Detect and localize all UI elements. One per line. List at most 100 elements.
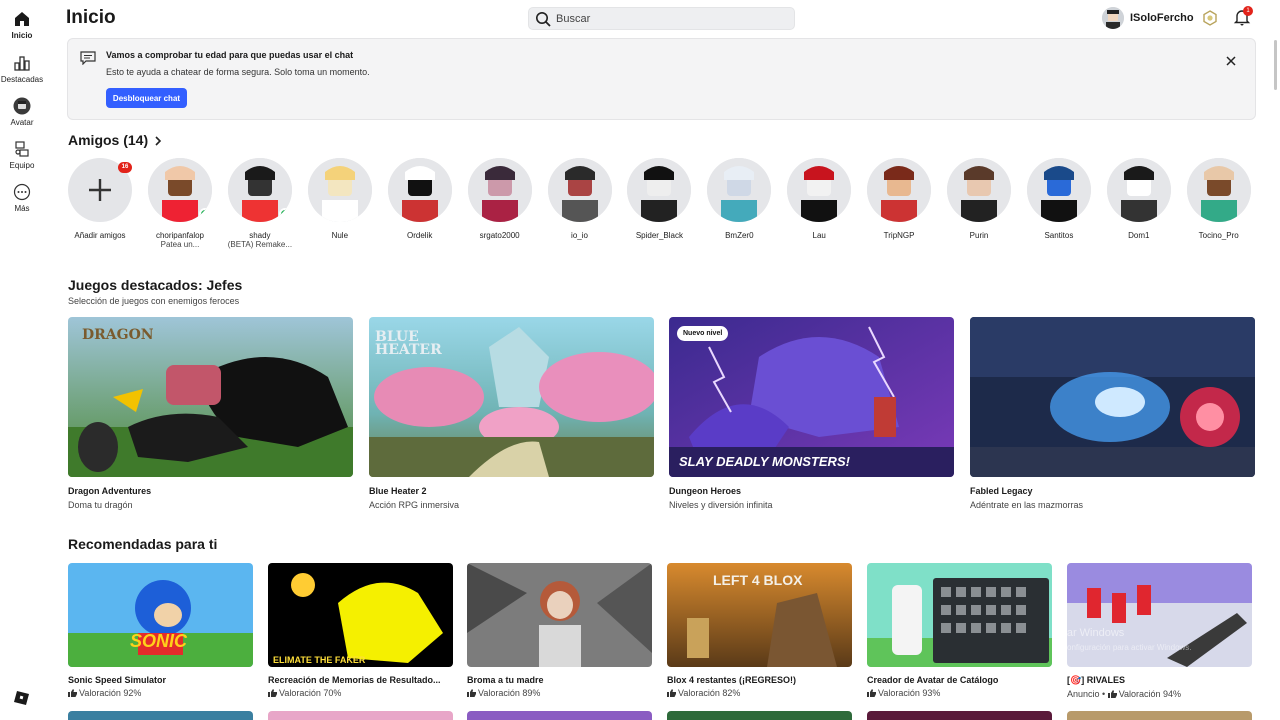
game-thumbnail: DRAGON [68, 317, 353, 477]
game-thumbnail [867, 563, 1052, 667]
friend-avatar [627, 158, 692, 222]
game-rating: Anuncio • Valoración 94% [1067, 689, 1252, 699]
friend-avatar-image [467, 158, 532, 222]
nav-item-avatar[interactable]: Avatar [0, 97, 44, 127]
friend-item[interactable]: Purin [946, 158, 1012, 240]
thumbnail-text: SLAY DEADLY MONSTERS! [679, 454, 850, 469]
game-card[interactable]: Nuevo nivel SLAY DEADLY MONSTERS! Dungeo… [669, 317, 954, 510]
friend-item[interactable]: Santitos [1026, 158, 1092, 240]
game-card[interactable]: SONIC Sonic Speed Simulator Valoración 9… [68, 563, 253, 698]
user-avatar-image [1102, 7, 1124, 29]
nav-item-inicio[interactable]: Inicio [0, 10, 44, 40]
nav-label: Más [14, 204, 30, 213]
friend-avatar-image [707, 158, 772, 222]
thumbs-up-icon [1107, 690, 1117, 698]
game-card[interactable]: ELIMATE THE FAKER Recreación de Memorias… [268, 563, 453, 698]
friend-item[interactable]: Nule [307, 158, 373, 240]
friend-item[interactable]: BmZer0 [706, 158, 772, 240]
close-icon[interactable] [1225, 55, 1237, 67]
game-card-partial[interactable] [667, 711, 852, 720]
game-thumbnail: Nuevo nivel SLAY DEADLY MONSTERS! [669, 317, 954, 477]
friend-avatar [467, 158, 532, 222]
featured-title: Juegos destacados: Jefes [68, 277, 243, 293]
windows-watermark: Activar Windows [1067, 627, 1125, 639]
nav-item-equipo[interactable]: Equipo [0, 140, 44, 170]
friend-item[interactable]: Ordelik [387, 158, 453, 240]
friend-name: Santitos [1044, 231, 1074, 240]
friend-item[interactable]: choripanfalop Patea un... [147, 158, 213, 249]
thumbs-up-icon [867, 689, 876, 697]
unlock-chat-button[interactable]: Desbloquear chat [106, 88, 187, 108]
game-card-partial[interactable] [68, 711, 253, 720]
search-bar[interactable] [528, 7, 795, 30]
game-title: [🎯] RIVALES [1067, 675, 1126, 685]
friend-item[interactable]: TripNGP [866, 158, 932, 240]
chat-icon [80, 51, 96, 65]
friend-item[interactable]: Dom1 [1106, 158, 1172, 240]
rating-text: Valoración 70% [279, 688, 342, 698]
friend-name: Lau [812, 231, 826, 240]
rating-text: Valoración 94% [1118, 689, 1182, 699]
friend-avatar-image [867, 158, 932, 222]
game-card[interactable]: Broma a tu madre Valoración 89% [467, 563, 652, 698]
game-thumbnail: Activar Windows Ve a Configuración para … [1067, 563, 1252, 667]
scrollbar[interactable] [1274, 40, 1277, 90]
notification-badge: 1 [1243, 6, 1253, 16]
game-rating: Valoración 70% [268, 688, 453, 698]
friend-name: Spider_Black [635, 231, 683, 240]
friend-requests-badge: 16 [118, 162, 132, 173]
friend-item[interactable]: Spider_Black [626, 158, 692, 240]
friend-name: Purin [969, 231, 989, 240]
more-icon [13, 183, 31, 201]
game-title: Dungeon Heroes [669, 486, 742, 496]
friend-avatar-image [947, 158, 1011, 222]
game-title: Fabled Legacy [970, 486, 1033, 496]
rating-text: Valoración 89% [478, 688, 541, 698]
friend-avatar-image [387, 158, 452, 222]
roblox-logo-icon[interactable] [14, 690, 30, 706]
search-input[interactable] [556, 11, 786, 26]
friend-name: Tocino_Pro [1198, 231, 1239, 240]
nav-label: Equipo [9, 161, 35, 170]
thumbnail-art [268, 563, 453, 667]
home-icon [15, 12, 29, 26]
online-indicator [199, 208, 211, 220]
friend-item[interactable]: shady (BETA) Remake... [227, 158, 293, 249]
game-card[interactable]: BLUE HEATER Blue Heater 2 Acción RPG inm… [369, 317, 654, 510]
friend-avatar-image [1026, 158, 1091, 222]
game-card-partial[interactable] [467, 711, 652, 720]
thumbnail-art [467, 563, 652, 667]
game-card[interactable]: Fabled Legacy Adéntrate en las mazmorras [970, 317, 1255, 510]
friend-avatar-image [1186, 158, 1251, 222]
friend-item[interactable]: srgato2000 [467, 158, 533, 240]
game-card-partial[interactable] [268, 711, 453, 720]
friend-avatar [547, 158, 612, 222]
thumbnail-text: DRAGON [82, 327, 154, 343]
game-rating: Valoración 92% [68, 688, 253, 698]
nav-item-mas[interactable]: Más [0, 183, 44, 213]
game-card[interactable]: Creador de Avatar de Catálogo Valoración… [867, 563, 1052, 698]
nav-item-destacadas[interactable]: Destacadas [0, 54, 44, 84]
game-card-partial[interactable] [867, 711, 1052, 720]
thumbnail-art [669, 317, 954, 477]
game-card[interactable]: DRAGON Dragon Adventures Doma tu dragón [68, 317, 353, 510]
friends-header[interactable]: Amigos (14) [68, 132, 162, 148]
avatar-icon [13, 97, 31, 115]
game-card[interactable]: LEFT 4 BLOX Blox 4 restantes (¡REGRESO!)… [667, 563, 852, 698]
banner-text: Esto te ayuda a chatear de forma segura.… [106, 67, 370, 77]
user-avatar[interactable] [1102, 7, 1124, 29]
friend-item[interactable]: Tocino_Pro [1186, 158, 1252, 240]
left-nav: Inicio Destacadas Avatar Equipo Más [0, 0, 44, 720]
friend-item[interactable]: io_io [547, 158, 613, 240]
friend-name: BmZer0 [725, 231, 754, 240]
game-card[interactable]: Activar Windows Ve a Configuración para … [1067, 563, 1252, 699]
inventory-icon [15, 141, 29, 157]
game-card-partial[interactable] [1067, 711, 1252, 720]
game-rating: Valoración 82% [667, 688, 852, 698]
friend-item[interactable]: Lau [786, 158, 852, 240]
username[interactable]: ISoloFercho [1130, 12, 1194, 24]
friend-status: Patea un... [160, 240, 200, 249]
friend-avatar [387, 158, 452, 222]
friend-avatar [1026, 158, 1091, 222]
robux-icon[interactable] [1202, 10, 1218, 26]
